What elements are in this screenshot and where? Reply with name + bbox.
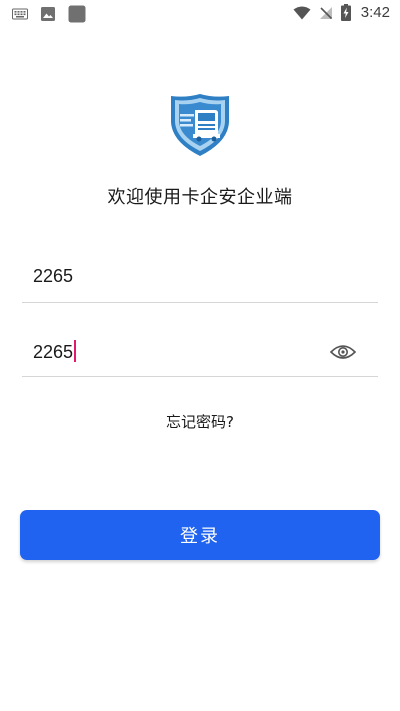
battery-charging-icon xyxy=(340,4,351,21)
status-bar-left xyxy=(12,5,86,23)
truck-shield-logo xyxy=(168,92,232,158)
forgot-password-link[interactable]: 忘记密码? xyxy=(0,411,400,432)
password-value: 2265 xyxy=(33,342,74,362)
password-field[interactable]: 2265 xyxy=(22,330,378,377)
wifi-icon xyxy=(293,6,311,20)
username-input[interactable]: 2265 xyxy=(33,266,73,287)
status-time: 3:42 xyxy=(360,4,390,21)
keyboard-icon xyxy=(12,8,28,20)
username-value: 2265 xyxy=(33,266,74,286)
status-bar: 3:42 xyxy=(0,0,400,28)
no-signal-icon xyxy=(319,6,333,20)
image-icon xyxy=(40,6,56,22)
welcome-title: 欢迎使用卡企安企业端 xyxy=(107,187,293,208)
app-square-icon xyxy=(68,5,86,23)
status-bar-right: 3:42 xyxy=(293,4,390,21)
text-cursor xyxy=(74,340,77,362)
username-field[interactable]: 2265 xyxy=(22,256,378,303)
eye-icon[interactable] xyxy=(330,343,356,361)
login-button[interactable]: 登录 xyxy=(20,510,380,560)
password-input[interactable]: 2265 xyxy=(33,340,77,363)
